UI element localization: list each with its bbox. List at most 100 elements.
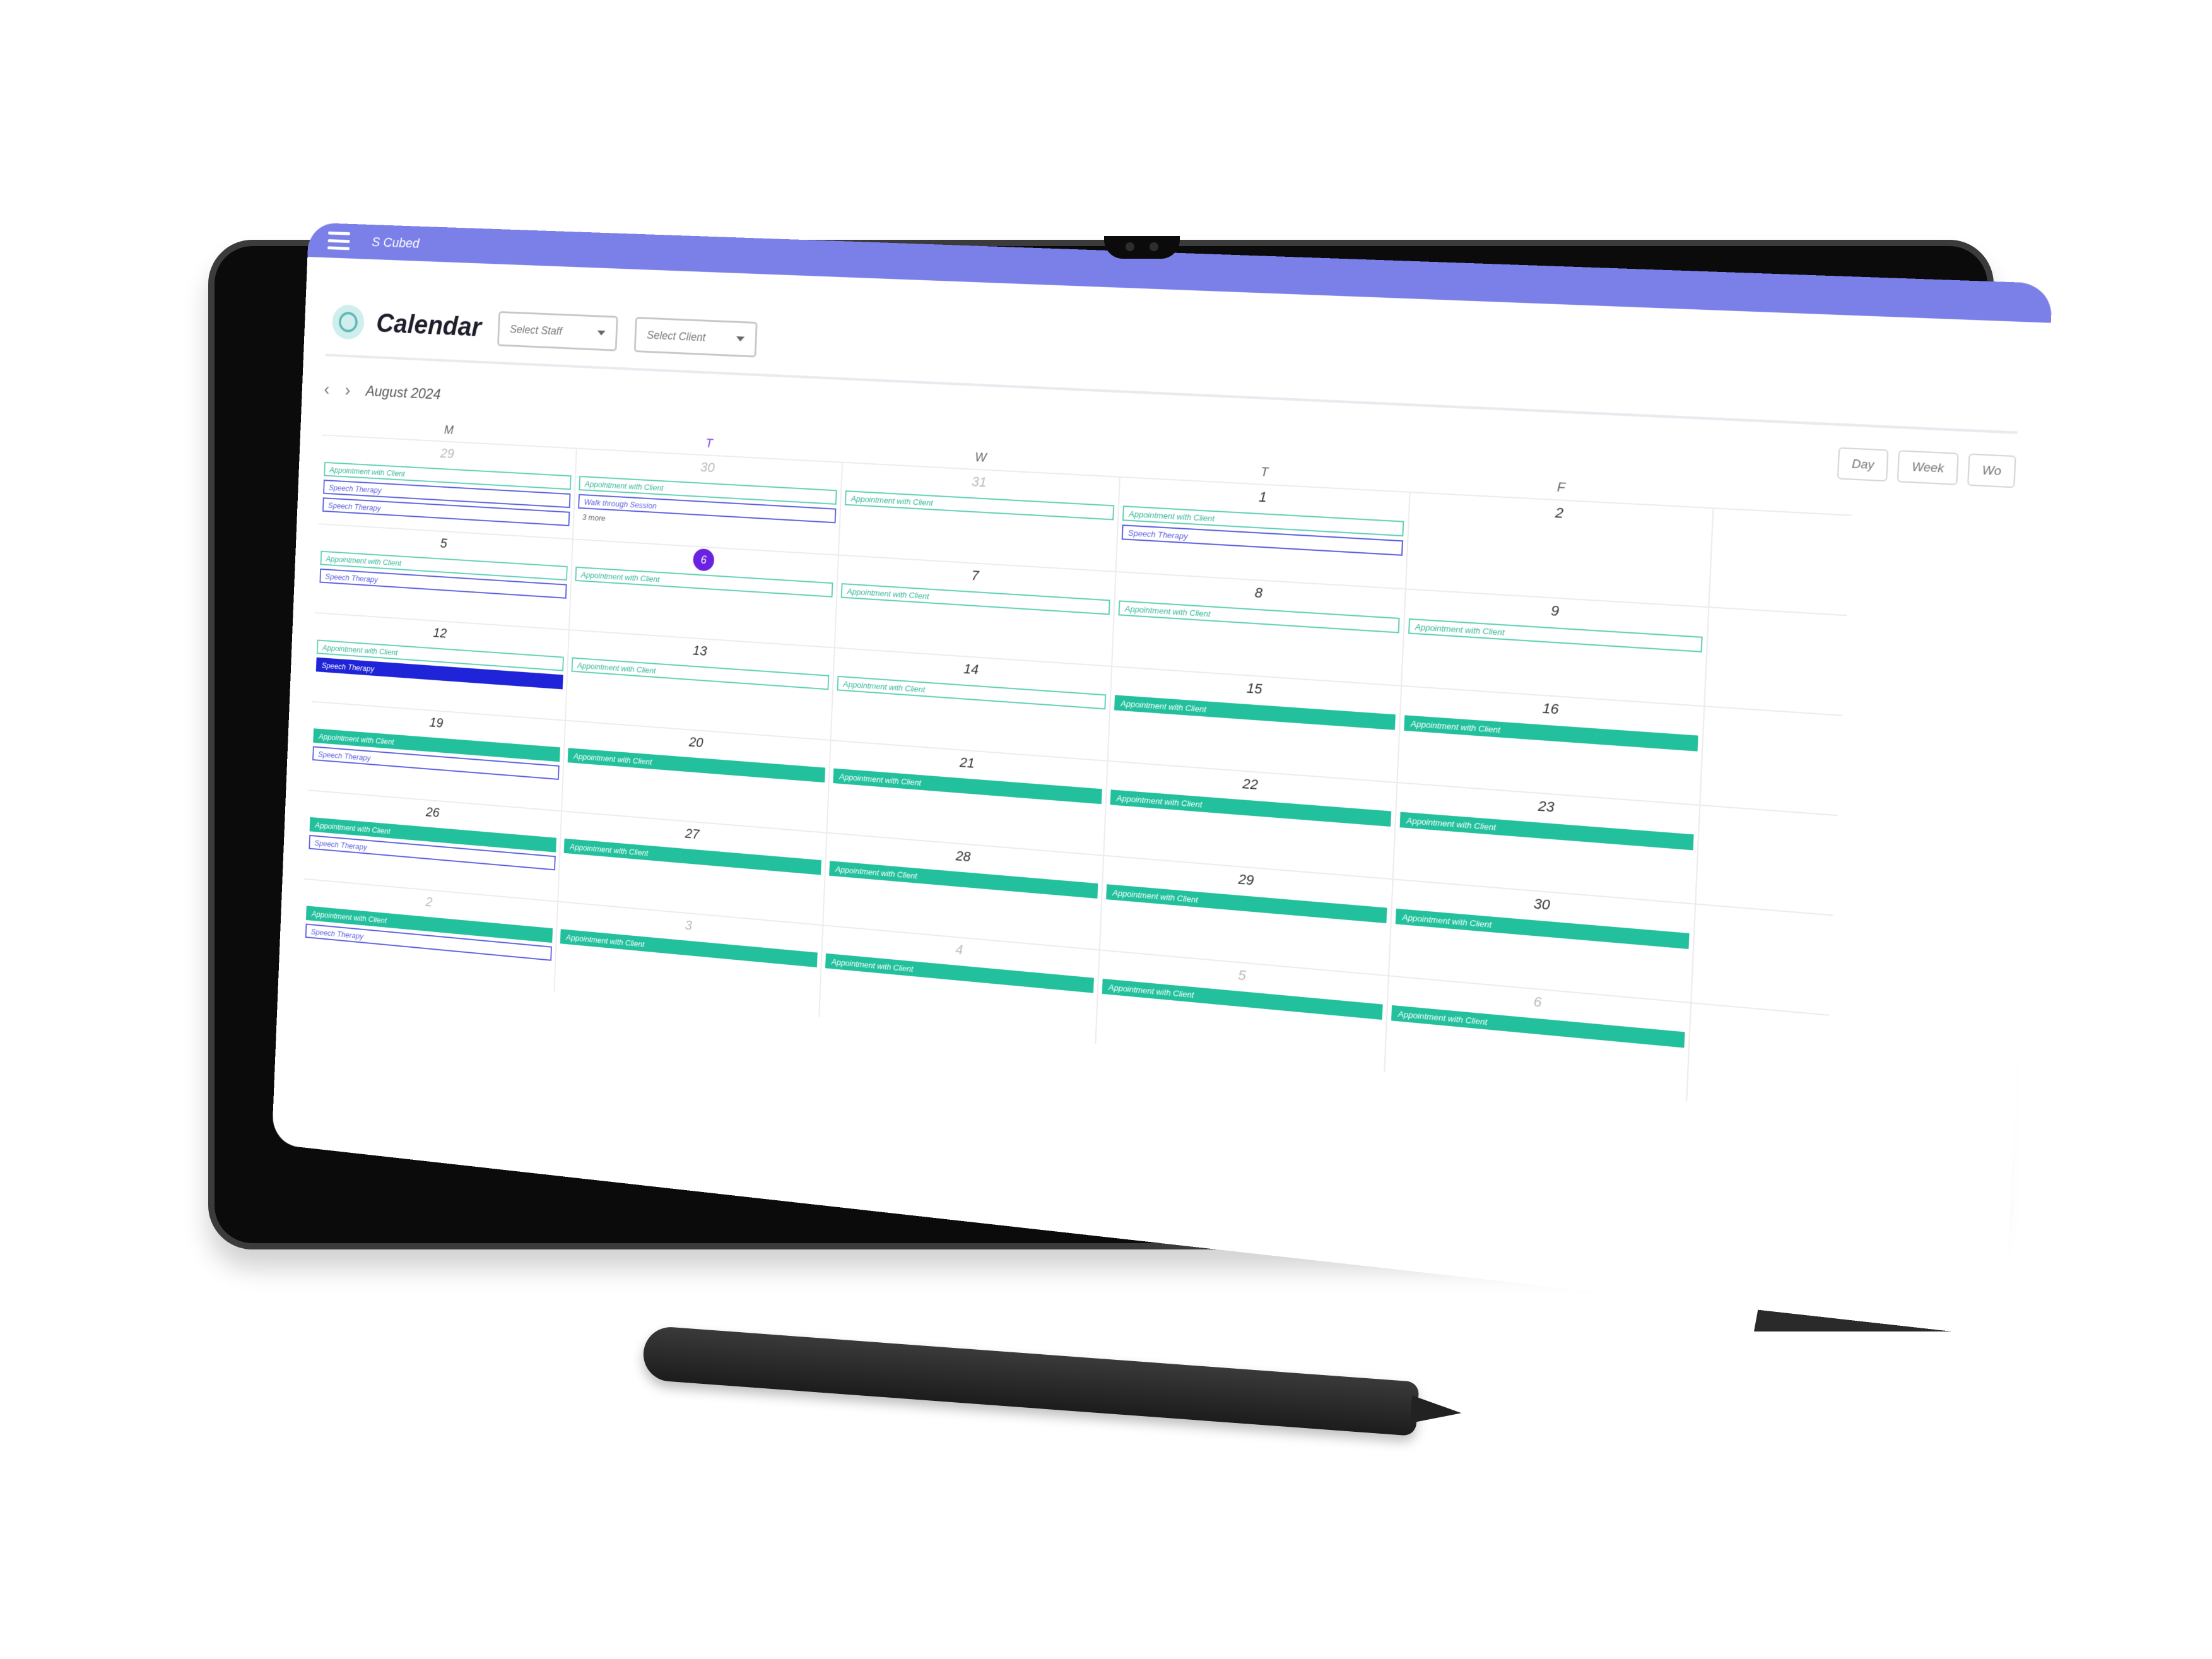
page-title: Calendar <box>375 308 482 343</box>
day-number[interactable]: 2 <box>425 894 433 911</box>
day-number[interactable]: 27 <box>685 825 700 842</box>
day-number[interactable]: 29 <box>440 446 455 462</box>
day-events: Appointment with Client Speech Therapy <box>305 906 553 961</box>
day-events: Appointment with Client <box>563 838 821 875</box>
next-month-button[interactable]: › <box>344 381 351 401</box>
day-number[interactable]: 12 <box>433 625 447 641</box>
day-number[interactable]: 15 <box>1246 680 1262 697</box>
client-select[interactable]: Select Client <box>634 317 758 358</box>
day-events: Appointment with Client <box>1114 695 1396 730</box>
day-events: Appointment with Client <box>1110 789 1392 827</box>
prev-month-button[interactable]: ‹ <box>324 379 330 399</box>
calendar-event[interactable]: Appointment with Client <box>571 657 830 690</box>
day-events: Appointment with Client <box>575 566 833 598</box>
day-events: Appointment with Client Speech Therapy Spe… <box>322 461 572 526</box>
day-events: Appointment with Client <box>844 490 1115 521</box>
calendar-event[interactable]: Appointment with Client <box>1102 978 1383 1020</box>
product-scene: S Cubed Calendar Select Staff Select Cli… <box>0 0 2212 1659</box>
day-events <box>1413 521 1707 538</box>
app-screen: S Cubed Calendar Select Staff Select Cli… <box>271 222 2053 1338</box>
calendar-event[interactable]: Appointment with Client <box>1408 618 1703 652</box>
day-cell[interactable]: 29 Appointment with Client Speech Therapy S… <box>319 435 577 539</box>
day-number[interactable]: 14 <box>963 661 979 678</box>
week-tail <box>1710 509 1852 615</box>
calendar-event[interactable]: Appointment with Client <box>1404 715 1698 752</box>
calendar-event[interactable]: Appointment with Client <box>837 675 1107 710</box>
day-cell[interactable]: 5 Appointment with Client Speech Therapy <box>315 524 574 630</box>
calendar-event[interactable]: Appointment with Client <box>1391 1005 1685 1048</box>
menu-icon[interactable] <box>327 231 351 251</box>
caret-down-icon <box>736 336 745 342</box>
week-tail <box>1705 608 1847 714</box>
calendar-event[interactable]: Appointment with Client <box>1114 695 1396 730</box>
calendar-event[interactable]: Appointment with Client <box>560 929 818 967</box>
day-events: Appointment with Client <box>837 675 1107 710</box>
day-number[interactable]: 5 <box>440 535 447 551</box>
view-work-week-button[interactable]: Wo <box>1967 453 2016 488</box>
day-events: Appointment with Client Speech Therapy <box>312 728 560 780</box>
day-number[interactable]: 19 <box>429 714 444 731</box>
day-number[interactable]: 13 <box>692 642 708 659</box>
day-cell[interactable]: 7 Appointment with Client <box>835 555 1117 666</box>
day-number[interactable]: 2 <box>1555 504 1563 522</box>
month-label: August 2024 <box>365 383 441 403</box>
day-number[interactable]: 28 <box>955 847 971 865</box>
calendar-event[interactable]: Appointment with Client <box>829 861 1098 899</box>
day-number[interactable]: 30 <box>700 459 715 476</box>
day-events: Appointment with Client Speech Therapy <box>309 817 556 871</box>
day-events: Appointment with Client <box>1102 978 1383 1020</box>
day-number[interactable]: 7 <box>971 567 979 584</box>
day-number[interactable]: 20 <box>688 734 703 751</box>
day-number[interactable]: 29 <box>1238 871 1254 889</box>
day-number[interactable]: 8 <box>1254 584 1262 601</box>
day-number[interactable]: 3 <box>685 918 692 934</box>
calendar-event[interactable]: Appointment with Client <box>833 768 1102 805</box>
day-number[interactable]: 26 <box>425 804 440 820</box>
calendar-event[interactable]: Appointment with Client <box>840 583 1110 615</box>
day-number[interactable]: 31 <box>971 473 987 490</box>
calendar-event[interactable]: Appointment with Client <box>844 490 1115 521</box>
day-number[interactable]: 23 <box>1538 798 1555 816</box>
month-grid: MTWTF 29 Appointment with Client Speech Th… <box>300 413 1853 1114</box>
view-week-button[interactable]: Week <box>1897 450 1959 485</box>
weeks-container: 29 Appointment with Client Speech Therapy S… <box>300 434 1852 1114</box>
day-events: Appointment with Client <box>1395 908 1690 949</box>
day-cell[interactable]: 31 Appointment with Client <box>838 463 1121 571</box>
day-events: Appointment with Client <box>1106 884 1387 924</box>
day-number[interactable]: 16 <box>1542 700 1559 718</box>
client-select-placeholder: Select Client <box>647 328 706 344</box>
day-events: Appointment with Client Walk through Sess… <box>577 476 837 536</box>
day-number[interactable]: 22 <box>1242 776 1259 793</box>
calendar-event[interactable]: Appointment with Client <box>1106 884 1387 924</box>
calendar-event[interactable]: Appointment with Client <box>1395 908 1690 949</box>
view-switcher: Day Week Wo <box>1837 447 2016 488</box>
calendar-event[interactable]: Appointment with Client <box>825 953 1094 993</box>
day-cell[interactable]: 1 Appointment with Client Speech Therapy <box>1116 477 1411 589</box>
day-cell[interactable]: 30 Appointment with Client Walk through Se… <box>573 449 844 555</box>
calendar-event[interactable]: Appointment with Client <box>563 838 821 875</box>
day-number[interactable]: 4 <box>955 942 963 959</box>
day-events: Appointment with Client <box>1118 600 1400 634</box>
day-events: Appointment with Client <box>567 748 826 783</box>
app-name: S Cubed <box>371 234 420 251</box>
view-day-button[interactable]: Day <box>1837 447 1889 482</box>
staff-select[interactable]: Select Staff <box>497 310 618 351</box>
calendar-event[interactable]: Appointment with Client <box>567 748 826 783</box>
calendar-event[interactable]: Appointment with Client <box>1399 812 1694 851</box>
day-events: Appointment with Client <box>1399 812 1694 851</box>
weekday-spacer <box>1714 495 1852 502</box>
day-events: Appointment with Client Speech Therapy <box>1121 505 1404 556</box>
today-date-badge[interactable]: 6 <box>692 548 715 572</box>
calendar-event[interactable]: Appointment with Client <box>1118 600 1400 634</box>
day-number[interactable]: 5 <box>1238 967 1246 984</box>
day-cell[interactable]: 2 <box>1406 493 1714 607</box>
day-cell[interactable]: 6 Appointment with Client <box>569 540 839 647</box>
day-number[interactable]: 9 <box>1550 603 1560 620</box>
calendar-event[interactable]: Appointment with Client <box>575 566 833 598</box>
week-tail <box>1691 905 1833 1015</box>
day-number[interactable]: 30 <box>1533 895 1550 914</box>
calendar-event[interactable]: Appointment with Client <box>1110 789 1392 827</box>
day-number[interactable]: 1 <box>1259 488 1267 505</box>
day-number[interactable]: 21 <box>960 754 975 771</box>
day-number[interactable]: 6 <box>1533 993 1542 1011</box>
